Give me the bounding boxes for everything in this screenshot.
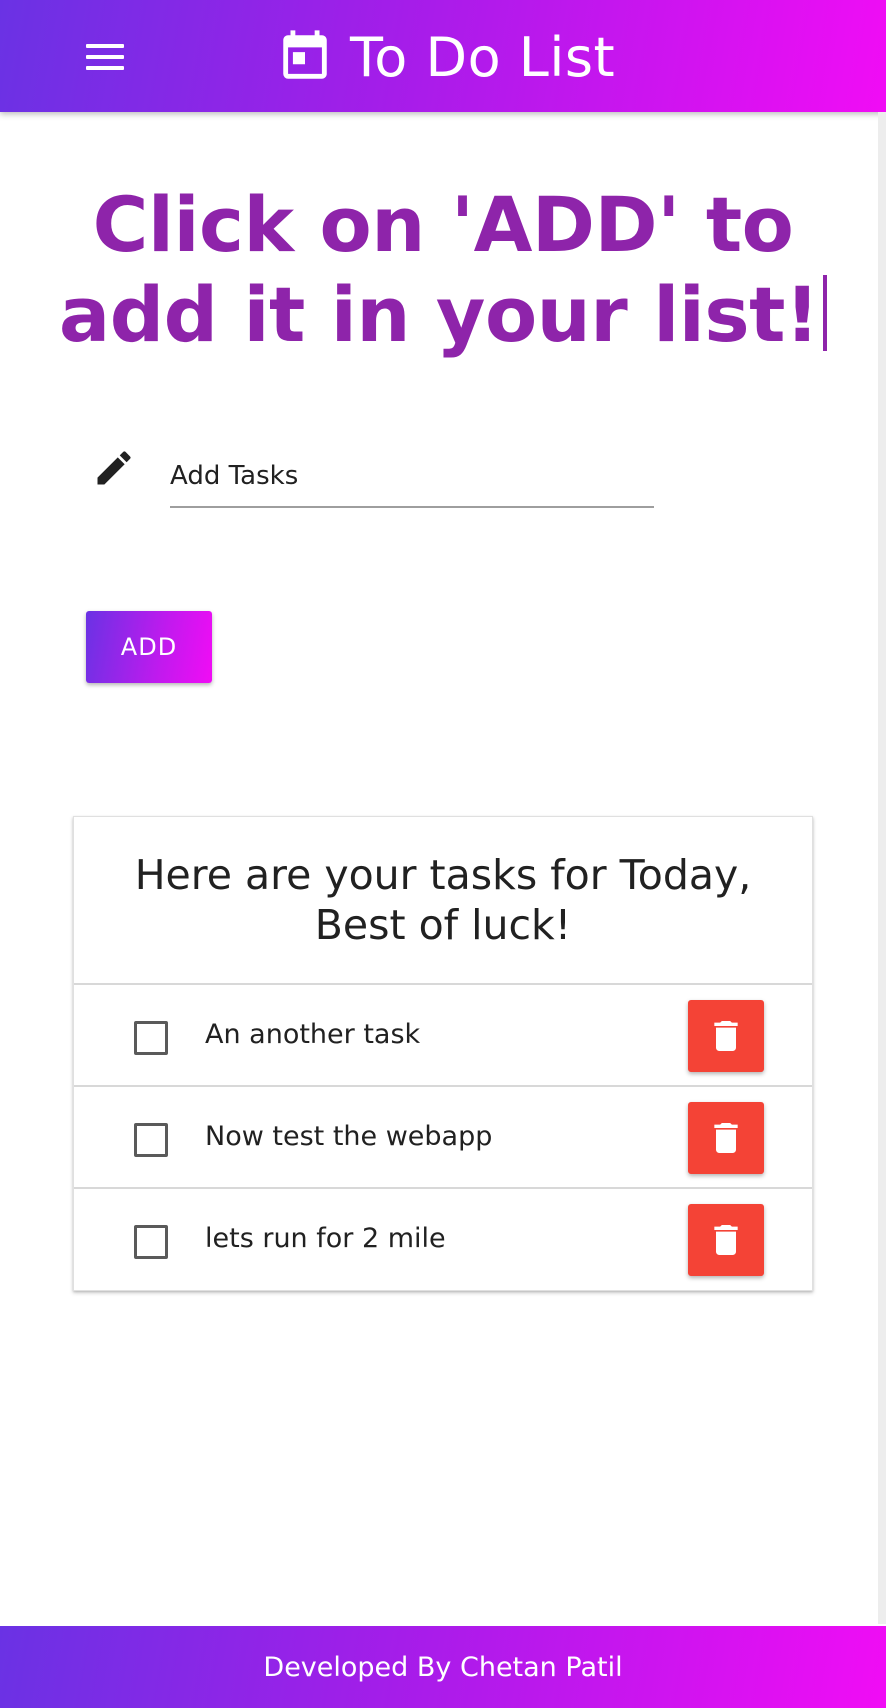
delete-task-button[interactable] [688,1204,764,1276]
task-row: lets run for 2 mile [74,1189,812,1291]
typing-cursor [823,275,828,351]
delete-task-button[interactable] [688,1000,764,1072]
task-checkbox[interactable] [134,1021,168,1055]
trash-icon [714,1225,738,1255]
tasks-card: Here are your tasks for Today, Best of l… [73,816,813,1291]
app-title: To Do List [350,25,616,89]
add-button[interactable]: ADD [86,611,212,683]
task-text: Now test the webapp [205,1121,493,1152]
task-text: lets run for 2 mile [205,1223,446,1254]
footer: Developed By Chetan Patil [0,1626,886,1708]
page-heading: Click on 'ADD' to add it in your list! [30,180,856,360]
task-row: An another task [74,985,812,1087]
add-task-input[interactable] [170,446,654,508]
task-row: Now test the webapp [74,1087,812,1189]
delete-task-button[interactable] [688,1102,764,1174]
app-bar: To Do List [0,0,886,112]
pencil-icon [97,451,131,485]
brand[interactable]: To Do List [276,22,615,92]
hamburger-menu-icon[interactable] [86,44,124,70]
footer-credit: Developed By Chetan Patil [263,1651,623,1683]
task-checkbox[interactable] [134,1123,168,1157]
tasks-card-title: Here are your tasks for Today, Best of l… [74,817,812,985]
trash-icon [714,1021,738,1051]
task-text: An another task [205,1019,421,1050]
page: To Do List Click on 'ADD' to add it in y… [0,0,886,1708]
heading-text: Click on 'ADD' to add it in your list! [58,180,820,359]
scrollbar-track[interactable] [878,112,886,1624]
calendar-icon [283,30,327,79]
task-checkbox[interactable] [134,1225,168,1259]
trash-icon [714,1123,738,1153]
